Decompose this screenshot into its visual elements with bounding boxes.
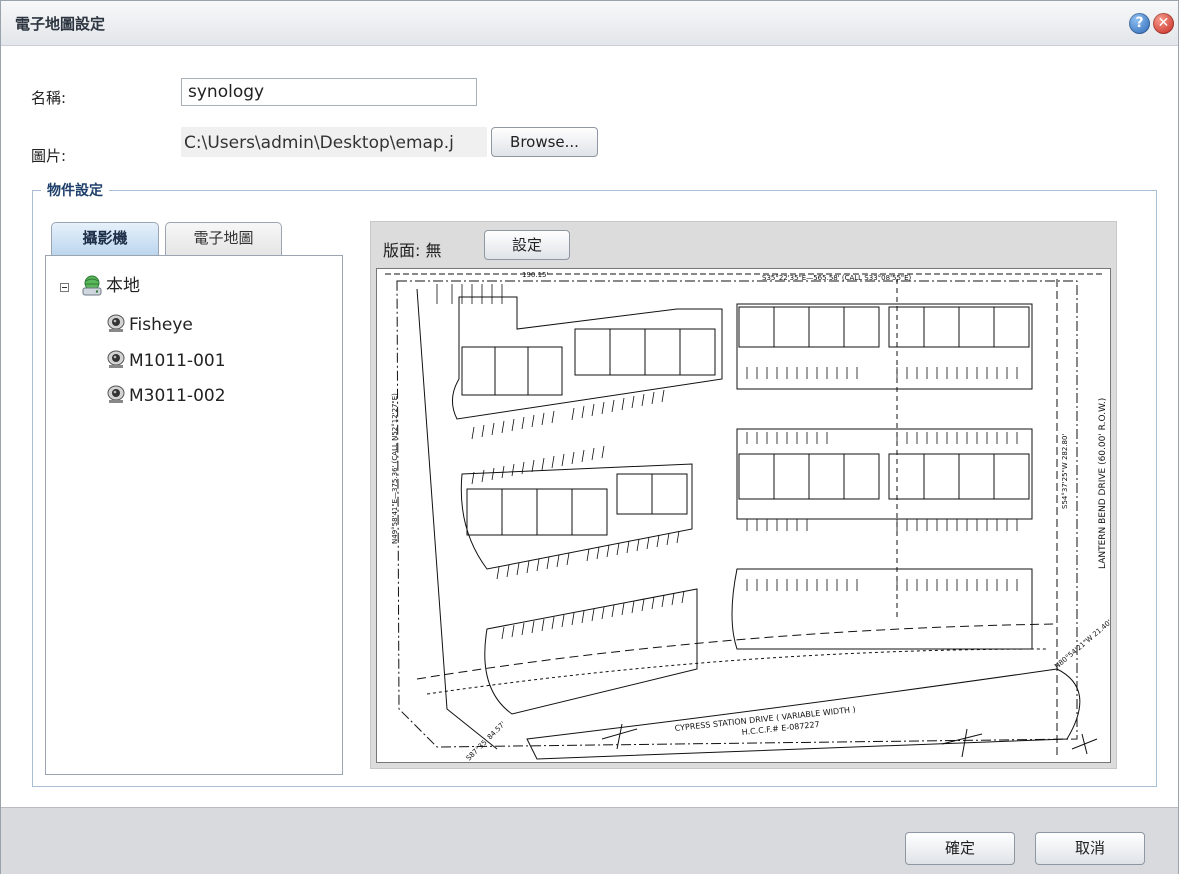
tab-emaps[interactable]: 電子地圖: [165, 222, 282, 255]
emap-settings-dialog: 電子地圖設定 ? ✕ 名稱: synology 圖片: C:\Users\adm…: [0, 0, 1179, 874]
collapse-toggle-icon[interactable]: [60, 283, 69, 292]
cancel-button[interactable]: 取消: [1035, 832, 1145, 865]
browse-button[interactable]: Browse...: [491, 127, 598, 157]
dialog-title: 電子地圖設定: [15, 15, 106, 33]
image-path-field[interactable]: C:\Users\admin\Desktop\emap.j: [181, 127, 487, 157]
emap-image[interactable]: 190.15' S35°22'35"E—565.58' (CALL S33°08…: [376, 268, 1111, 763]
layout-settings-button[interactable]: 設定: [484, 230, 570, 260]
tree-node-camera[interactable]: M3011-002: [129, 384, 226, 408]
layout-label: 版面: 無: [383, 241, 442, 260]
tab-cameras[interactable]: 攝影機: [51, 222, 159, 255]
ok-button[interactable]: 確定: [905, 832, 1015, 865]
map-bearing-text: N49°58'41"E—375.36' (CALL N52°12'27"E): [391, 393, 399, 544]
dialog-footer: 確定 取消: [1, 807, 1178, 874]
name-label: 名稱:: [31, 89, 67, 107]
help-icon[interactable]: ?: [1129, 13, 1150, 34]
camera-icon: [107, 385, 125, 403]
site-plan-drawing: 190.15' S35°22'35"E—565.58' (CALL S33°08…: [385, 271, 1111, 762]
tree-node-local[interactable]: 本地: [106, 274, 140, 298]
camera-tree-panel: 本地 Fisheye M1011-001 M3011-002: [45, 255, 343, 775]
map-dimension-text: 190.15': [522, 271, 548, 279]
tree-node-camera[interactable]: M1011-001: [129, 349, 226, 373]
map-bearing-text: S54°37'25"W 282.80': [1061, 434, 1069, 509]
close-icon[interactable]: ✕: [1153, 13, 1174, 34]
camera-icon: [107, 314, 125, 332]
title-bar: 電子地圖設定 ? ✕: [1, 1, 1178, 46]
object-settings-legend: 物件設定: [41, 180, 109, 200]
camera-icon: [107, 350, 125, 368]
tree-node-camera[interactable]: Fisheye: [129, 313, 193, 337]
server-globe-icon: [82, 275, 102, 296]
map-road-text: LANTERN BEND DRIVE (60.00' R.O.W.): [1098, 398, 1108, 569]
map-bearing-text: N80°54'21"W 21.40': [1053, 618, 1111, 670]
name-input[interactable]: synology: [181, 78, 477, 106]
map-bearing-text: S87°35' 84.57': [465, 720, 507, 762]
image-label: 圖片:: [31, 147, 67, 165]
map-bearing-text: S35°22'35"E—565.58' (CALL S33°08'55"E): [762, 274, 912, 282]
